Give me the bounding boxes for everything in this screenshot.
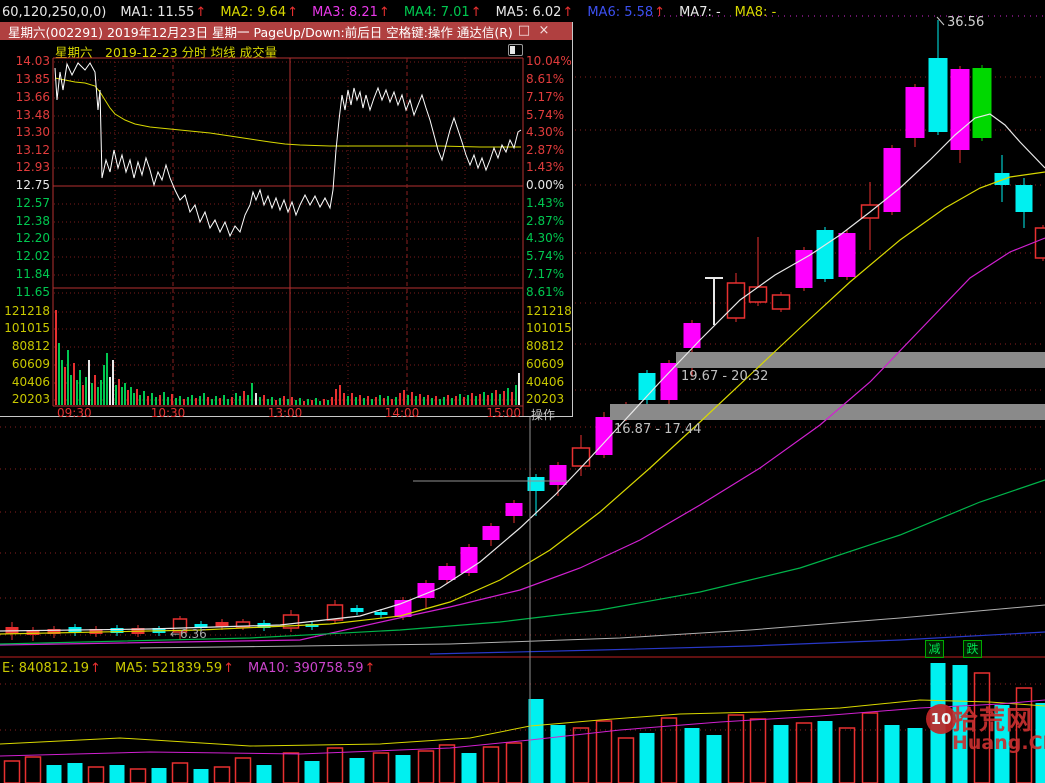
- percent-axis-label: 8.61%: [526, 285, 564, 299]
- percent-axis-label: 80812: [526, 339, 564, 353]
- percent-axis-label: 101015: [526, 321, 572, 335]
- low-price-annotation: ←6.36: [170, 627, 207, 641]
- popup-info-text: 星期六 2019-12-23 分时 均线 成交量: [55, 42, 277, 61]
- watermark-site-url: Huang.CN: [952, 732, 1045, 754]
- percent-axis-label: 20203: [526, 392, 564, 406]
- price-axis-label: 80812: [2, 339, 50, 353]
- price-axis-label: 14.03: [2, 54, 50, 68]
- percent-axis-label: 1.43%: [526, 196, 564, 210]
- price-axis-label: 12.93: [2, 160, 50, 174]
- price-axis-label: 11.65: [2, 285, 50, 299]
- price-axis-label: 13.85: [2, 72, 50, 86]
- indicator-badge-jian[interactable]: 减: [925, 640, 944, 658]
- maximize-button[interactable]: □: [514, 23, 534, 38]
- price-axis-label: 121218: [2, 304, 50, 318]
- percent-axis-label: 2.87%: [526, 214, 564, 228]
- legend-item: MA2: 9.64↑: [220, 5, 298, 20]
- peak-price-annotation: 36.56: [947, 15, 984, 30]
- up-arrow-icon: ↑: [365, 661, 376, 676]
- percent-axis-label: 7.17%: [526, 90, 564, 104]
- percent-axis-label: 5.74%: [526, 249, 564, 263]
- price-axis-label: 11.84: [2, 267, 50, 281]
- percent-axis-label: 121218: [526, 304, 572, 318]
- indicator-params: 60,120,250,0,0): [2, 5, 106, 20]
- legend-item: MA6: 5.58↑: [587, 5, 665, 20]
- popup-info-row: 星期六 2019-12-23 分时 均线 成交量: [0, 40, 572, 58]
- panel-toggle-icon[interactable]: [508, 44, 523, 56]
- volume-pane-legend: E: 840812.19↑ MA5: 521839.59↑ MA10: 390758…: [2, 661, 375, 676]
- price-axis-label: 101015: [2, 321, 50, 335]
- percent-axis-label: 8.61%: [526, 72, 564, 86]
- legend-item: MA5: 6.02↑: [496, 5, 574, 20]
- legend-item: MA1: 11.55↑: [120, 5, 206, 20]
- up-arrow-icon: ↑: [379, 5, 390, 20]
- percent-axis-label: 0.00%: [526, 178, 564, 192]
- popup-title: 星期六(002291) 2019年12月23日 星期一 PageUp/Down:…: [8, 22, 513, 41]
- price-axis-label: 40406: [2, 375, 50, 389]
- percent-axis-label: 10.04%: [526, 54, 572, 68]
- price-axis-label: 20203: [2, 392, 50, 406]
- popup-title-bar[interactable]: 星期六(002291) 2019年12月23日 星期一 PageUp/Down:…: [0, 22, 572, 40]
- price-axis-label: 12.57: [2, 196, 50, 210]
- price-axis-label: 60609: [2, 357, 50, 371]
- price-axis-label: 13.30: [2, 125, 50, 139]
- watermark-logo: 10 拾荒网 Huang.CN: [926, 700, 1045, 754]
- percent-axis-label: 4.30%: [526, 231, 564, 245]
- percent-axis-label: 5.74%: [526, 108, 564, 122]
- percent-axis-label: 7.17%: [526, 267, 564, 281]
- gap-zone-label-2: 16.87 - 17.44: [614, 422, 701, 437]
- up-arrow-icon: ↑: [562, 5, 573, 20]
- price-axis-label: 13.66: [2, 90, 50, 104]
- indicator-badge-die[interactable]: 跌: [963, 640, 982, 658]
- legend-item: MA7: -: [679, 5, 721, 20]
- price-axis-label: 12.02: [2, 249, 50, 263]
- percent-axis-label: 2.87%: [526, 143, 564, 157]
- price-axis-label: 13.12: [2, 143, 50, 157]
- up-arrow-icon: ↑: [90, 661, 101, 676]
- price-axis-label: 12.38: [2, 214, 50, 228]
- time-axis-label: 09:30: [57, 406, 92, 420]
- price-axis-label: 13.48: [2, 108, 50, 122]
- time-axis-label: 10:30: [138, 406, 198, 420]
- tdx-app-window: 60,120,250,0,0) MA1: 11.55↑ MA2: 9.64↑ MA3:…: [0, 0, 1045, 783]
- legend-item: MA8: -: [735, 5, 777, 20]
- intraday-popup-window: 星期六(002291) 2019年12月23日 星期一 PageUp/Down:…: [0, 22, 573, 417]
- time-axis-label: 14:00: [372, 406, 432, 420]
- up-arrow-icon: ↑: [195, 5, 206, 20]
- legend-item: MA10: 390758.59↑: [248, 661, 375, 676]
- time-axis-label: 15:00: [481, 406, 521, 420]
- legend-item: E: 840812.19↑: [2, 661, 101, 676]
- up-arrow-icon: ↑: [654, 5, 665, 20]
- close-button[interactable]: ×: [534, 23, 554, 38]
- up-arrow-icon: ↑: [471, 5, 482, 20]
- up-arrow-icon: ↑: [223, 661, 234, 676]
- price-axis-label: 12.20: [2, 231, 50, 245]
- up-arrow-icon: ↑: [287, 5, 298, 20]
- legend-item: MA4: 7.01↑: [404, 5, 482, 20]
- time-axis-label: 13:00: [255, 406, 315, 420]
- legend-item: MA3: 8.21↑: [312, 5, 390, 20]
- percent-axis-label: 1.43%: [526, 160, 564, 174]
- action-menu-label[interactable]: 操作: [531, 406, 555, 423]
- price-axis-label: 12.75: [2, 178, 50, 192]
- ma-legend-bar: 60,120,250,0,0) MA1: 11.55↑ MA2: 9.64↑ MA3:…: [2, 3, 776, 21]
- percent-axis-label: 4.30%: [526, 125, 564, 139]
- legend-item: MA5: 521839.59↑: [115, 661, 234, 676]
- percent-axis-label: 60609: [526, 357, 564, 371]
- percent-axis-label: 40406: [526, 375, 564, 389]
- gap-zone-label-1: 19.67 - 20.32: [681, 369, 768, 384]
